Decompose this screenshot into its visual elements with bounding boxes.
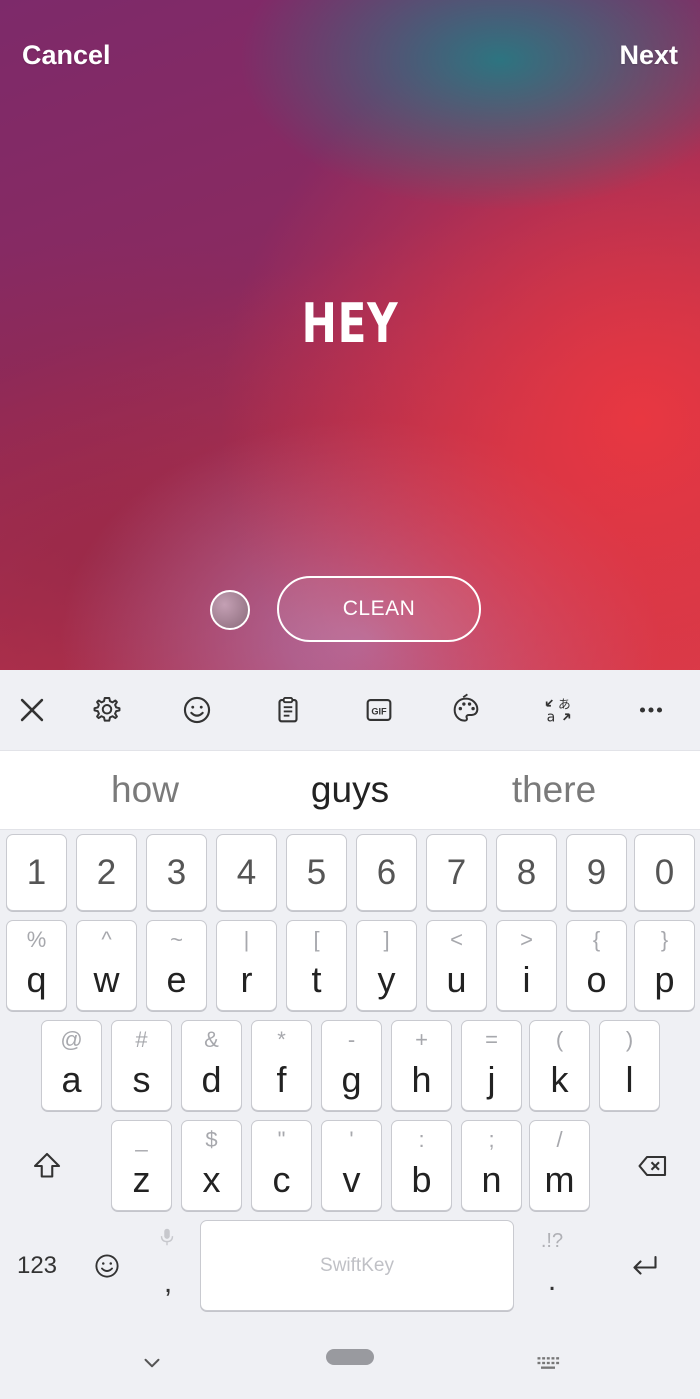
shift-icon[interactable] <box>6 1120 88 1211</box>
keyboard-switch-icon[interactable] <box>530 1343 566 1383</box>
key-m[interactable]: / m <box>529 1120 590 1211</box>
key-r[interactable]: | r <box>216 920 277 1011</box>
key-4[interactable]: 4 <box>216 834 277 911</box>
chevron-down-icon[interactable] <box>134 1343 170 1383</box>
swiftkey-logo: SwiftKey <box>320 1255 394 1276</box>
key-t[interactable]: [t <box>286 920 347 1011</box>
key-p[interactable]: } p <box>634 920 695 1011</box>
key-6[interactable]: 6 <box>356 834 417 911</box>
translate-icon[interactable]: aあ <box>536 688 580 732</box>
cancel-button[interactable]: Cancel <box>22 40 111 71</box>
key-0[interactable]: 0 <box>634 834 695 911</box>
key-1[interactable]: 1 <box>6 834 67 911</box>
key-v[interactable]: ' v <box>321 1120 382 1211</box>
backspace-icon[interactable] <box>612 1120 694 1211</box>
key-g[interactable]: -g <box>321 1020 382 1111</box>
suggestion-bar: how guys there <box>0 750 700 830</box>
key-n[interactable]: ; n <box>461 1120 522 1211</box>
key-y[interactable]: ] y <box>356 920 417 1011</box>
key-o[interactable]: {o <box>566 920 627 1011</box>
key-b[interactable]: :b <box>391 1120 452 1211</box>
key-9[interactable]: 9 <box>566 834 627 911</box>
key-3[interactable]: 3 <box>146 834 207 911</box>
comma-key[interactable]: , <box>140 1220 196 1311</box>
key-q[interactable]: % q <box>6 920 67 1011</box>
close-icon[interactable] <box>10 688 54 732</box>
key-5[interactable]: 5 <box>286 834 347 911</box>
period-hint: .!? <box>540 1230 564 1252</box>
navigation-bar <box>0 1335 700 1399</box>
story-canvas[interactable]: Cancel Next HEY CLEAN <box>0 0 700 670</box>
key-z[interactable]: _ z <box>111 1120 172 1211</box>
period-label: . <box>547 1264 557 1297</box>
key-a[interactable]: @ a <box>41 1020 102 1111</box>
key-2[interactable]: 2 <box>76 834 137 911</box>
keyboard: GIF aあ how guys there 1 2 3 4 5 6 7 8 9 … <box>0 670 700 1399</box>
microphone-icon <box>160 1228 174 1246</box>
text-style-button[interactable]: CLEAN <box>277 576 481 642</box>
key-e[interactable]: ~ e <box>146 920 207 1011</box>
key-h[interactable]: + h <box>391 1020 452 1111</box>
clipboard-icon[interactable] <box>266 688 310 732</box>
key-7[interactable]: 7 <box>426 834 487 911</box>
suggestion-right[interactable]: there <box>454 769 654 811</box>
suggestion-left[interactable]: how <box>45 769 245 811</box>
gif-icon[interactable]: GIF <box>357 688 401 732</box>
text-color-picker[interactable] <box>210 590 250 630</box>
key-f[interactable]: * f <box>251 1020 312 1111</box>
key-l[interactable]: ) l <box>599 1020 660 1111</box>
key-s[interactable]: # s <box>111 1020 172 1111</box>
numbers-key[interactable]: 123 <box>6 1220 68 1311</box>
emoji-key-icon[interactable] <box>76 1220 138 1311</box>
key-8[interactable]: 8 <box>496 834 557 911</box>
palette-icon[interactable] <box>444 688 488 732</box>
more-icon[interactable] <box>629 688 673 732</box>
next-button[interactable]: Next <box>619 40 678 71</box>
suggestion-middle[interactable]: guys <box>250 769 450 811</box>
keyboard-toolbar: GIF aあ <box>0 670 700 750</box>
key-j[interactable]: = j <box>461 1020 522 1111</box>
enter-icon[interactable] <box>604 1220 686 1311</box>
gear-icon[interactable] <box>85 688 129 732</box>
svg-text:あ: あ <box>558 698 571 713</box>
key-k[interactable]: (k <box>529 1020 590 1111</box>
svg-text:a: a <box>547 709 556 725</box>
comma-label: , <box>163 1266 173 1299</box>
key-c[interactable]: " c <box>251 1120 312 1211</box>
home-pill[interactable] <box>326 1349 374 1365</box>
emoji-icon[interactable] <box>175 688 219 732</box>
key-d[interactable]: & d <box>181 1020 242 1111</box>
story-text[interactable]: HEY <box>77 292 623 355</box>
key-x[interactable]: $ x <box>181 1120 242 1211</box>
key-i[interactable]: > i <box>496 920 557 1011</box>
key-w[interactable]: ^ w <box>76 920 137 1011</box>
space-bar[interactable]: SwiftKey <box>200 1220 514 1311</box>
key-u[interactable]: < u <box>426 920 487 1011</box>
period-key[interactable]: .!? . <box>522 1220 582 1311</box>
gif-label: GIF <box>371 706 387 716</box>
